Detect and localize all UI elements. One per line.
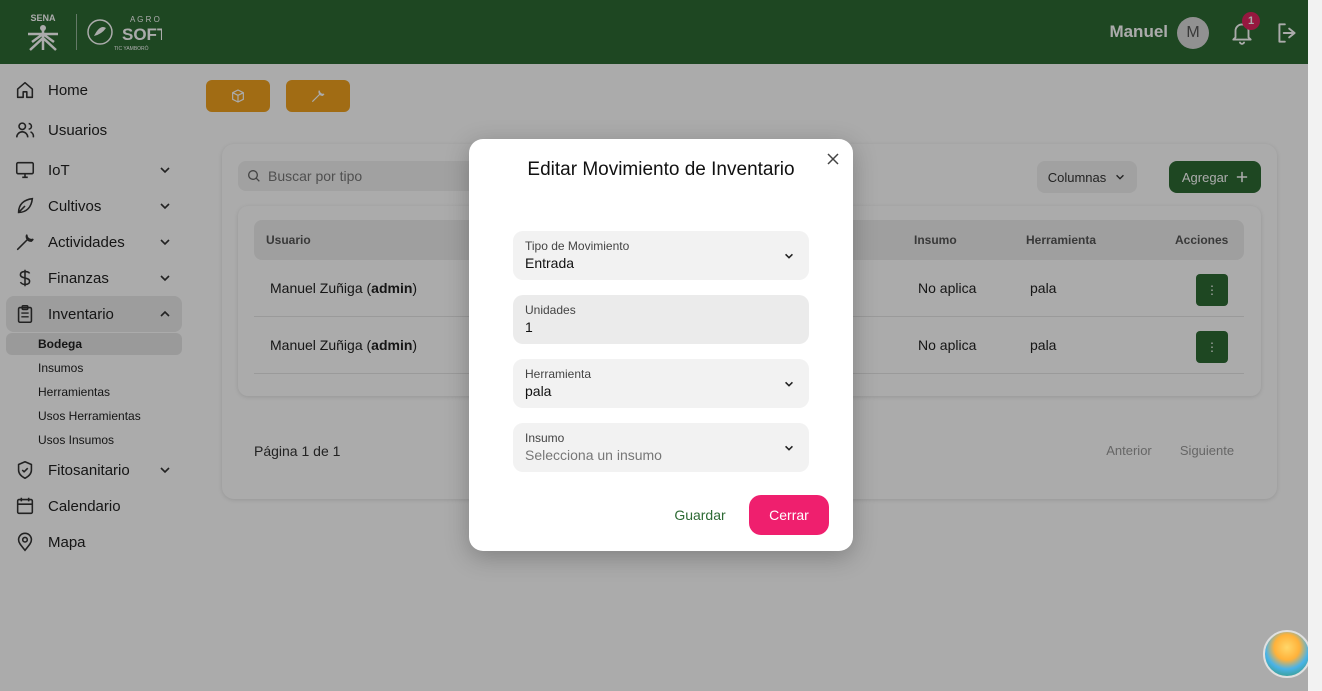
unidades-field[interactable]: Unidades 1: [513, 295, 809, 344]
field-label: Unidades: [525, 303, 576, 317]
close-button[interactable]: Cerrar: [749, 495, 829, 535]
field-label: Herramienta: [525, 367, 592, 381]
herramienta-select[interactable]: Herramienta pala: [513, 359, 809, 408]
field-value: pala: [525, 383, 552, 399]
field-value: Entrada: [525, 255, 575, 271]
edit-movement-modal: Editar Movimiento de Inventario Tipo de …: [469, 139, 853, 551]
chevron-down-icon: [785, 445, 793, 451]
app-root: SENA A G R O SOFT TIC YAMBORÓ Manuel M 1…: [0, 0, 1311, 691]
insumo-select[interactable]: Insumo Selecciona un insumo: [513, 423, 809, 472]
chevron-down-icon: [785, 253, 793, 259]
field-placeholder: Selecciona un insumo: [525, 447, 662, 463]
close-icon[interactable]: [825, 151, 841, 167]
weather-widget-icon[interactable]: [1263, 630, 1311, 678]
field-value: 1: [525, 319, 533, 335]
modal-title: Editar Movimiento de Inventario: [527, 159, 795, 180]
chevron-down-icon: [785, 381, 793, 387]
field-label: Insumo: [525, 431, 565, 445]
tipo-movimiento-select[interactable]: Tipo de Movimiento Entrada: [513, 231, 809, 280]
page-gutter: [1308, 0, 1322, 691]
save-button[interactable]: Guardar: [663, 495, 737, 535]
field-label: Tipo de Movimiento: [525, 239, 630, 253]
